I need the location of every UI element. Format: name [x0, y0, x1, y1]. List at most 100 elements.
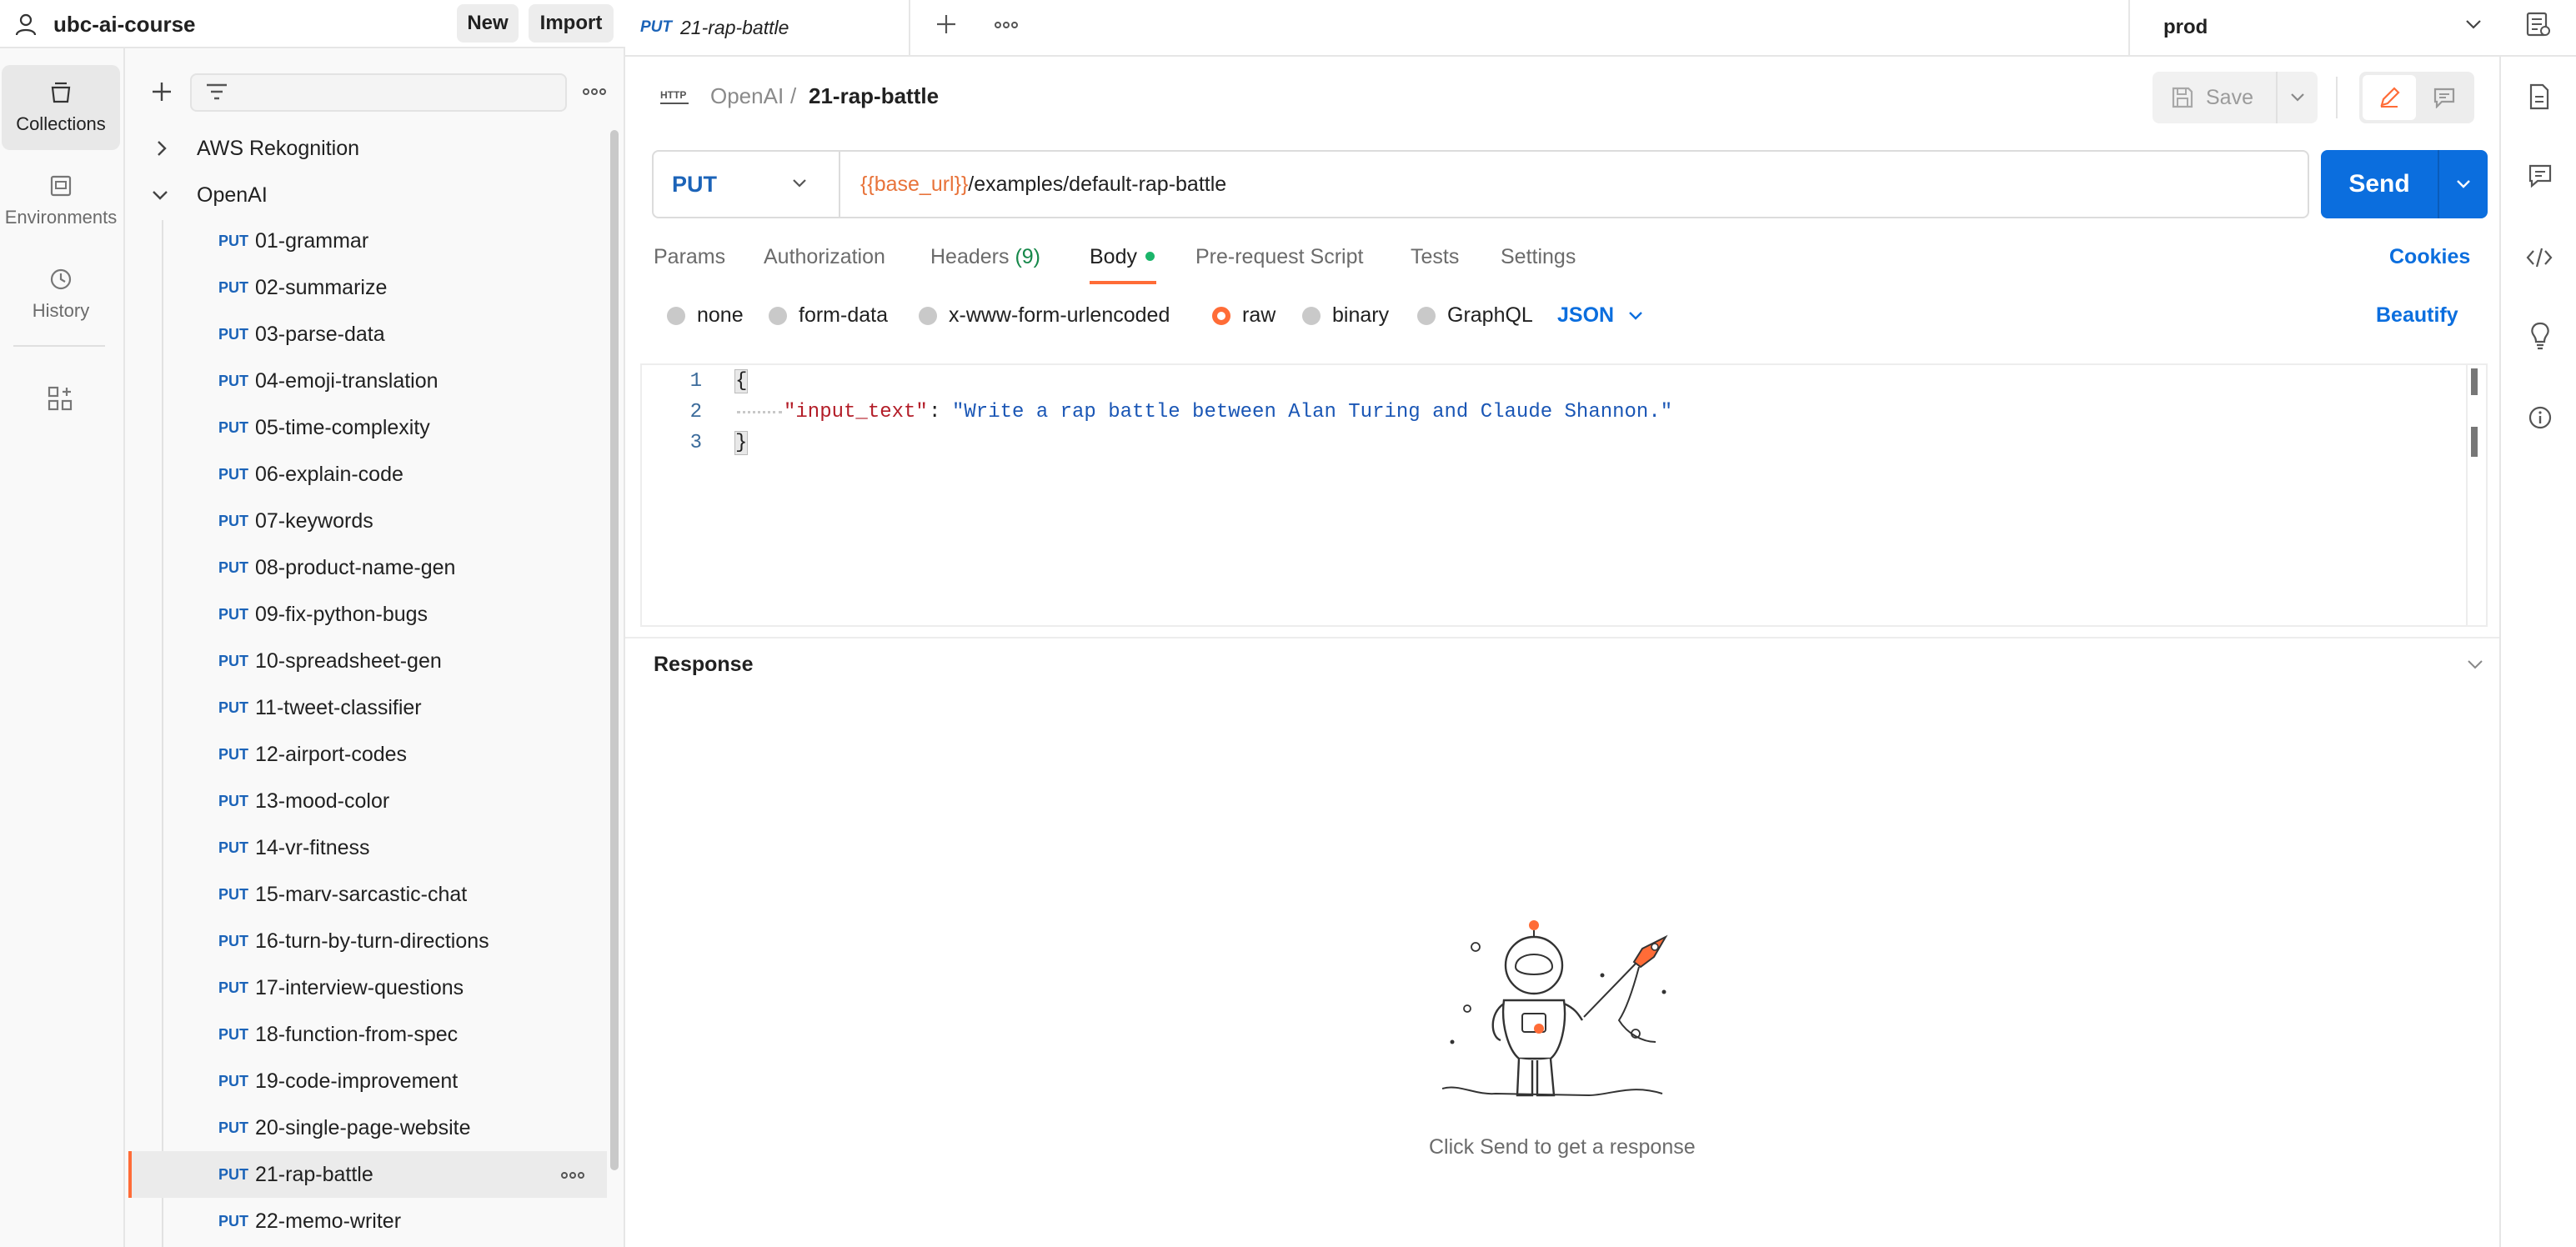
body-mode-binary[interactable]: binary: [1302, 303, 1389, 328]
request-item[interactable]: PUT 10-spreadsheet-gen: [130, 638, 607, 684]
rail-history[interactable]: History: [2, 252, 120, 337]
tab-headers[interactable]: Headers (9): [930, 245, 1040, 269]
code-icon[interactable]: [2526, 247, 2553, 268]
beautify-button[interactable]: Beautify: [2376, 303, 2458, 328]
radio-raw: [1212, 306, 1230, 325]
rail-environments-label: Environments: [4, 207, 118, 228]
send-button[interactable]: Send: [2321, 150, 2438, 218]
tab-21-rap-battle[interactable]: PUT 21-rap-battle: [627, 0, 910, 55]
tab-settings[interactable]: Settings: [1501, 245, 1576, 269]
request-item[interactable]: PUT 22-memo-writer: [130, 1198, 607, 1244]
request-item[interactable]: PUT 17-interview-questions: [130, 964, 607, 1011]
rail-collections[interactable]: Collections: [2, 65, 120, 150]
body-mode-raw[interactable]: raw: [1212, 303, 1275, 328]
environments-icon: [48, 173, 73, 198]
save-icon: [2171, 86, 2194, 109]
request-item[interactable]: PUT 16-turn-by-turn-directions: [130, 918, 607, 964]
method-badge: PUT: [218, 325, 248, 343]
request-item[interactable]: PUT 14-vr-fitness: [130, 824, 607, 871]
body-mode-graphql[interactable]: GraphQL: [1417, 303, 1533, 328]
header-divider: [2336, 77, 2338, 118]
request-item[interactable]: PUT 02-summarize: [130, 264, 607, 311]
request-name: 15-marv-sarcastic-chat: [255, 882, 468, 906]
body-format-select[interactable]: JSON: [1557, 303, 1644, 328]
lightbulb-icon[interactable]: [2529, 322, 2551, 350]
request-item[interactable]: PUT 20-single-page-website: [130, 1104, 607, 1151]
response-header[interactable]: [625, 637, 2499, 695]
editor-scrollbar-mark: [2471, 368, 2478, 395]
request-item[interactable]: PUT 12-airport-codes: [130, 731, 607, 778]
request-item[interactable]: PUT 06-explain-code: [130, 451, 607, 498]
body-mode-urlencoded[interactable]: x-www-form-urlencoded: [919, 303, 1170, 328]
send-options-button[interactable]: [2439, 150, 2488, 218]
method-select[interactable]: PUT: [652, 150, 839, 218]
workspace-name[interactable]: ubc-ai-course: [53, 12, 196, 38]
add-workspace-item-icon[interactable]: [47, 385, 73, 412]
request-item[interactable]: PUT 09-fix-python-bugs: [130, 591, 607, 638]
breadcrumb-separator: /: [790, 83, 797, 108]
new-tab-icon[interactable]: [935, 13, 957, 35]
collapse-response-icon[interactable]: [2466, 659, 2484, 670]
tab-prerequest-script[interactable]: Pre-request Script: [1195, 245, 1363, 269]
environment-quick-look-icon[interactable]: [2524, 10, 2553, 38]
breadcrumb-current[interactable]: 21-rap-battle: [809, 83, 939, 109]
breadcrumb-parent[interactable]: OpenAI: [710, 83, 784, 109]
new-button[interactable]: New: [457, 4, 519, 43]
request-name: 02-summarize: [255, 275, 388, 299]
request-item[interactable]: PUT 04-emoji-translation: [130, 358, 607, 404]
request-item[interactable]: PUT 18-function-from-spec: [130, 1011, 607, 1058]
method-badge: PUT: [218, 932, 248, 949]
request-item[interactable]: PUT 07-keywords: [130, 498, 607, 544]
chevron-right-icon: [155, 140, 188, 157]
cookies-link[interactable]: Cookies: [2389, 245, 2470, 269]
request-item[interactable]: PUT 05-time-complexity: [130, 404, 607, 451]
tab-body[interactable]: Body: [1090, 245, 1137, 269]
filter-icon[interactable]: [205, 82, 228, 103]
editor-scrollbar[interactable]: [2466, 365, 2484, 625]
environment-selector[interactable]: prod: [2128, 0, 2499, 55]
info-icon[interactable]: [2528, 405, 2553, 430]
line-number: 2: [689, 401, 702, 423]
sidebar-more-icon[interactable]: [582, 83, 607, 100]
request-item[interactable]: PUT 15-marv-sarcastic-chat: [130, 871, 607, 918]
edit-mode-button[interactable]: [2363, 75, 2416, 120]
tab-authorization[interactable]: Authorization: [764, 245, 885, 269]
body-modified-dot: [1145, 252, 1155, 261]
tab-tests[interactable]: Tests: [1411, 245, 1459, 269]
request-item-selected[interactable]: PUT 21-rap-battle: [130, 1151, 607, 1198]
request-item[interactable]: PUT 03-parse-data: [130, 311, 607, 358]
add-collection-icon[interactable]: [150, 80, 173, 103]
response-title: Response: [654, 653, 754, 676]
tab-params[interactable]: Params: [654, 245, 725, 269]
tab-more-icon[interactable]: [994, 17, 1019, 33]
history-icon: [48, 267, 73, 292]
request-item[interactable]: PUT 19-code-improvement: [130, 1058, 607, 1104]
method-badge: PUT: [218, 792, 248, 809]
request-item[interactable]: PUT 13-mood-color: [130, 778, 607, 824]
chevron-down-icon: [2464, 17, 2483, 32]
body-mode-none[interactable]: none: [667, 303, 744, 328]
rail-environments[interactable]: Environments: [2, 158, 120, 243]
comment-mode-button[interactable]: [2418, 75, 2471, 120]
body-format-label: JSON: [1557, 303, 1615, 327]
request-item[interactable]: PUT 08-product-name-gen: [130, 544, 607, 591]
url-input[interactable]: {{base_url}}/examples/default-rap-battle: [839, 150, 2309, 218]
chevron-down-icon: [152, 188, 185, 202]
request-item[interactable]: PUT 01-grammar: [130, 218, 607, 264]
import-button[interactable]: Import: [529, 4, 614, 43]
request-name: 16-turn-by-turn-directions: [255, 929, 489, 953]
request-item[interactable]: PUT 11-tweet-classifier: [130, 684, 607, 731]
folder-aws-rekognition[interactable]: AWS Rekognition: [130, 125, 607, 172]
documentation-icon[interactable]: [2528, 83, 2551, 110]
folder-openai[interactable]: OpenAI: [130, 172, 607, 218]
tab-method: PUT: [640, 18, 672, 36]
body-mode-form-data[interactable]: form-data: [769, 303, 888, 328]
search-collections-input[interactable]: [190, 73, 567, 112]
request-more-icon[interactable]: [560, 1167, 585, 1184]
save-options-button[interactable]: [2276, 72, 2318, 123]
comments-icon[interactable]: [2528, 163, 2553, 188]
method-badge: PUT: [218, 1212, 248, 1229]
request-name: 03-parse-data: [255, 322, 385, 346]
sidebar-scrollbar[interactable]: [610, 130, 619, 1170]
json-colon: :: [929, 401, 941, 423]
